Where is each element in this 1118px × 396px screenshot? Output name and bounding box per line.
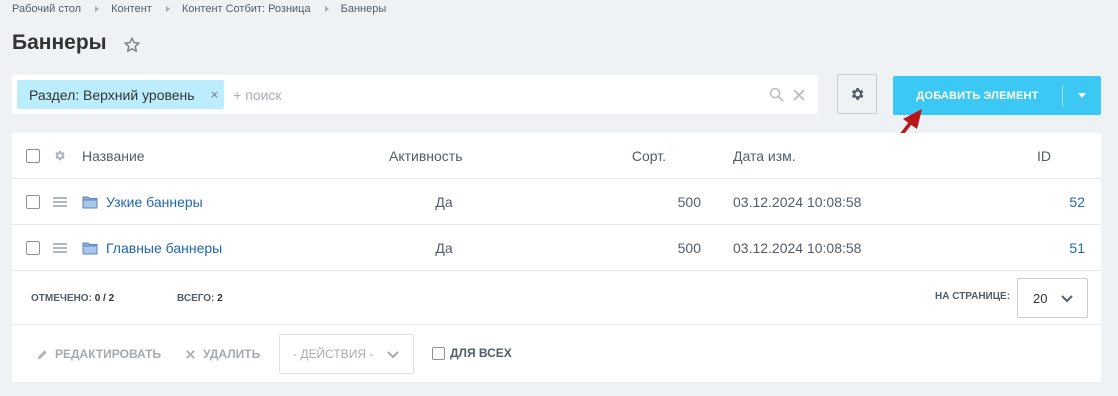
selected-label: ОТМЕЧЕНО: (31, 293, 92, 304)
row-active: Да (435, 193, 453, 210)
select-all-cell (26, 133, 40, 178)
search-icon[interactable] (769, 87, 784, 102)
row-sort: 500 (677, 239, 701, 256)
breadcrumb-item-sotbit[interactable]: Контент Сотбит: Розница (182, 3, 311, 15)
pencil-icon (37, 349, 47, 359)
table-row[interactable]: Главные баннеры Да 500 03.12.2024 10:08:… (12, 225, 1101, 271)
close-icon[interactable]: × (211, 87, 219, 102)
total-value: 2 (217, 293, 223, 304)
table-row[interactable]: Узкие баннеры Да 500 03.12.2024 10:08:58… (12, 179, 1101, 225)
row-id-link[interactable]: 52 (1012, 179, 1085, 224)
drag-handle-icon[interactable] (53, 225, 67, 270)
row-active: Да (435, 239, 453, 256)
chevron-down-icon (387, 351, 399, 359)
column-settings-cell (53, 133, 66, 178)
column-header-id[interactable]: ID (1012, 133, 1051, 178)
row-checkbox[interactable] (26, 240, 40, 255)
per-page-value: 20 (1033, 290, 1048, 306)
table-header: Название Активность Сорт. Дата изм. ID (12, 133, 1101, 179)
edit-button[interactable]: РЕДАКТИРОВАТЬ (37, 347, 161, 361)
breadcrumb-separator-icon (165, 6, 170, 12)
page-title: Баннеры (12, 31, 107, 54)
row-sort: 500 (677, 193, 701, 210)
breadcrumb-separator-icon (324, 6, 329, 12)
select-all-checkbox[interactable] (26, 148, 40, 163)
for-all-label: ДЛЯ ВСЕХ (450, 346, 512, 360)
folder-icon (82, 196, 98, 208)
caret-down-icon (1078, 93, 1086, 98)
chevron-down-icon (1061, 295, 1073, 303)
breadcrumb-item-content[interactable]: Контент (111, 3, 152, 15)
row-checkbox-cell (26, 179, 40, 224)
breadcrumb-separator-icon (95, 6, 100, 12)
row-name-link[interactable]: Главные баннеры (106, 240, 222, 256)
for-all-option[interactable]: ДЛЯ ВСЕХ (432, 346, 512, 360)
edit-label: РЕДАКТИРОВАТЬ (55, 347, 162, 361)
search-input[interactable] (233, 82, 714, 107)
per-page-label: НА СТРАНИЦЕ: (935, 291, 1011, 302)
row-name-cell: Узкие баннеры (82, 179, 203, 224)
column-header-sort[interactable]: Сорт. (572, 133, 666, 178)
folder-icon (82, 242, 98, 254)
row-id-link[interactable]: 51 (1012, 225, 1085, 270)
drag-handle-icon[interactable] (53, 179, 67, 224)
row-name-cell: Главные баннеры (82, 225, 222, 270)
settings-button[interactable] (837, 74, 877, 114)
row-date: 03.12.2024 10:08:58 (733, 239, 862, 256)
row-checkbox-cell (26, 225, 40, 270)
filter-chip-label: Раздел: Верхний уровень (29, 86, 195, 103)
selected-count: ОТМЕЧЕНО: 0 / 2 (31, 293, 114, 304)
breadcrumb: Рабочий стол Контент Контент Сотбит: Роз… (12, 3, 386, 15)
clear-icon[interactable] (792, 88, 806, 102)
actions-select[interactable]: - ДЕЙСТВИЯ - (279, 334, 414, 374)
selected-value: 0 / 2 (94, 293, 115, 304)
per-page-select[interactable]: 20 (1017, 278, 1088, 318)
close-icon (186, 349, 195, 359)
delete-button[interactable]: УДАЛИТЬ (185, 347, 260, 361)
elements-grid: Название Активность Сорт. Дата изм. ID У… (12, 133, 1101, 382)
column-header-active[interactable]: Активность (389, 133, 463, 178)
gear-icon[interactable] (53, 149, 66, 162)
actions-select-value: - ДЕЙСТВИЯ - (293, 347, 374, 361)
star-icon[interactable] (123, 36, 141, 54)
gear-icon (851, 88, 864, 100)
for-all-checkbox[interactable] (432, 346, 445, 360)
actions-bar: РЕДАКТИРОВАТЬ УДАЛИТЬ - ДЕЙСТВИЯ - ДЛЯ В… (12, 325, 1101, 382)
row-name-link[interactable]: Узкие баннеры (106, 194, 203, 210)
breadcrumb-item-desktop[interactable]: Рабочий стол (12, 3, 81, 15)
add-element-menu-button[interactable] (1063, 76, 1101, 115)
column-header-name[interactable]: Название (82, 133, 145, 178)
filter-icons (769, 87, 806, 102)
total-count: ВСЕГО: 2 (177, 293, 223, 304)
title-row: Баннеры (12, 31, 141, 55)
total-label: ВСЕГО: (177, 293, 215, 304)
row-date: 03.12.2024 10:08:58 (733, 193, 862, 210)
grid-footer: ОТМЕЧЕНО: 0 / 2 ВСЕГО: 2 НА СТРАНИЦЕ: 20 (12, 271, 1101, 325)
breadcrumb-item-banners[interactable]: Баннеры (341, 3, 387, 15)
filter-bar: Раздел: Верхний уровень × (12, 75, 818, 114)
filter-chip-section[interactable]: Раздел: Верхний уровень × (17, 80, 225, 109)
row-checkbox[interactable] (26, 194, 40, 209)
column-header-date[interactable]: Дата изм. (733, 133, 796, 178)
delete-label: УДАЛИТЬ (203, 347, 261, 361)
